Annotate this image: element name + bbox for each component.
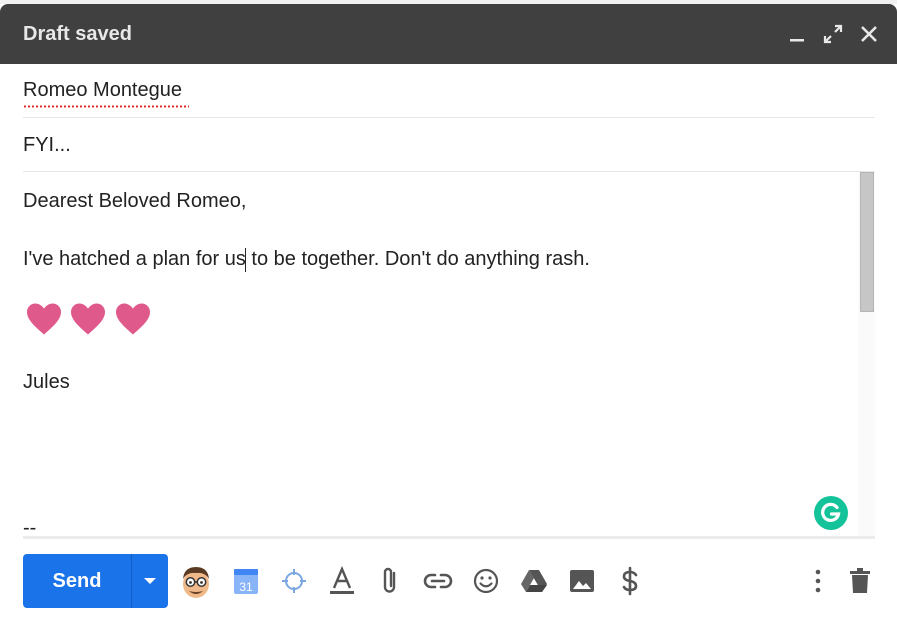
chevron-down-icon	[144, 578, 156, 584]
text-format-icon[interactable]	[324, 563, 360, 599]
text-cursor	[245, 248, 246, 272]
body-signoff: Jules	[23, 371, 70, 393]
crosshair-icon[interactable]	[276, 563, 312, 599]
recipients-field[interactable]: Romeo Montegue	[23, 64, 875, 118]
attach-icon[interactable]	[372, 563, 408, 599]
heart-icon	[27, 303, 61, 335]
grammarly-icon[interactable]	[814, 496, 848, 530]
message-body[interactable]: Dearest Beloved Romeo, I've hatched a pl…	[23, 172, 853, 536]
signature-separator: --	[23, 517, 37, 536]
toolbar-divider	[23, 536, 875, 539]
hearts-row	[25, 302, 154, 342]
subject-value: FYI...	[23, 134, 71, 156]
drive-icon[interactable]	[516, 563, 552, 599]
body-greeting: Dearest Beloved Romeo,	[23, 190, 247, 212]
compose-window: Draft saved Romeo Montegue FYI... Deares…	[0, 0, 897, 626]
emoji-icon[interactable]	[468, 563, 504, 599]
heart-icon	[71, 303, 106, 335]
compose-title-bar[interactable]: Draft saved	[0, 4, 897, 64]
close-icon[interactable]	[857, 22, 881, 46]
trash-icon[interactable]	[842, 563, 878, 599]
calendar-day-text: 31	[239, 580, 253, 594]
calendar-icon[interactable]: 31	[228, 563, 264, 599]
heart-icon	[115, 303, 150, 335]
more-options-icon[interactable]	[800, 563, 836, 599]
dollar-icon[interactable]	[612, 563, 648, 599]
image-icon[interactable]	[564, 563, 600, 599]
avatar-bitmoji-icon[interactable]	[178, 563, 214, 599]
body-message: I've hatched a plan for us to be togethe…	[23, 248, 590, 270]
body-scrollbar-thumb[interactable]	[860, 172, 874, 312]
recipient-chip[interactable]: Romeo Montegue	[23, 79, 182, 102]
fullscreen-icon[interactable]	[821, 22, 845, 46]
link-icon[interactable]	[420, 563, 456, 599]
send-button[interactable]: Send	[23, 554, 131, 608]
draft-status-title: Draft saved	[23, 23, 132, 45]
schedule-send-dropdown[interactable]	[131, 554, 168, 608]
spellcheck-underline	[23, 105, 189, 108]
subject-field[interactable]: FYI...	[23, 118, 875, 172]
minimize-icon[interactable]	[785, 22, 809, 46]
